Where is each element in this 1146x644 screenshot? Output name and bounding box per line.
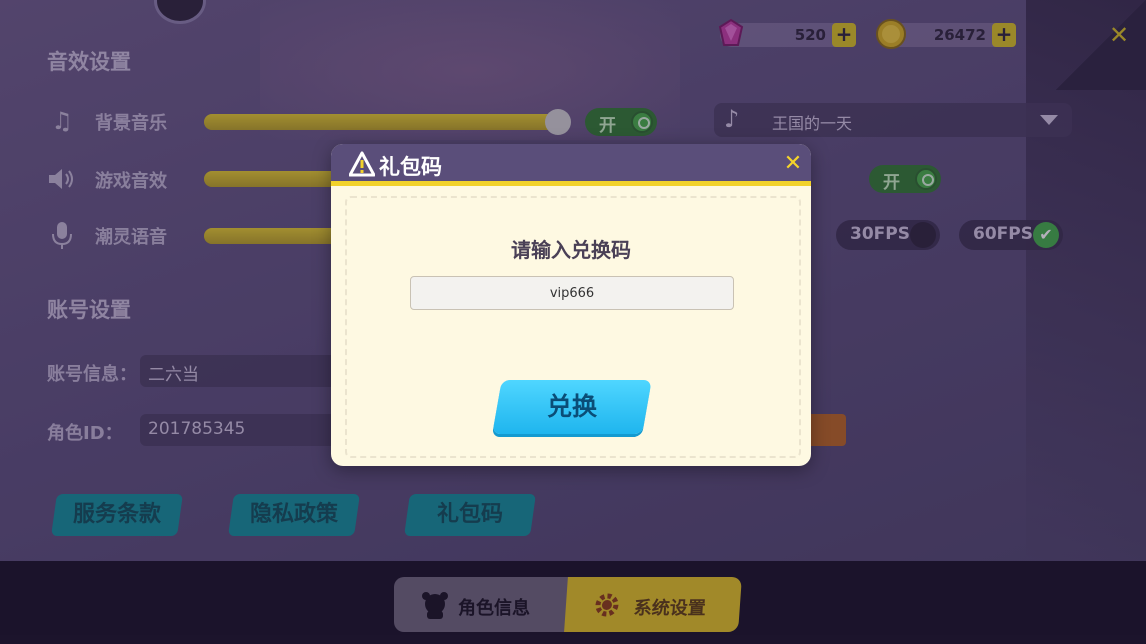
role-id-value: 201785345 [148, 419, 246, 439]
music-note-icon: ♪ [724, 105, 740, 133]
coin-count: 26472 [933, 26, 986, 44]
coin-counter: 26472 + [876, 19, 1016, 49]
bgm-toggle[interactable]: 开 [585, 108, 657, 136]
bgm-track-dropdown[interactable]: ♪ 王国的一天 [714, 103, 1072, 137]
privacy-policy-label: 隐私政策 [249, 502, 338, 527]
close-icon[interactable]: ✕ [781, 152, 805, 176]
voice-volume-fill [204, 228, 344, 244]
close-settings-icon[interactable]: ✕ [1106, 22, 1132, 48]
fps-30-label: 30FPS [850, 224, 910, 244]
sfx-volume-slider[interactable] [204, 171, 344, 187]
warning-icon [349, 151, 375, 177]
role-id-label: 角色ID： [47, 423, 123, 444]
speaker-icon [47, 166, 77, 198]
bgm-toggle-label: 开 [599, 116, 616, 136]
add-gems-button[interactable]: + [832, 23, 856, 47]
fps-60-option[interactable]: 60FPS ✔ [959, 220, 1063, 250]
character-icon [422, 592, 448, 619]
power-icon [915, 168, 937, 190]
background-corner [1056, 0, 1146, 90]
sfx-toggle-label: 开 [883, 173, 900, 193]
gift-code-label: 礼包码 [436, 502, 503, 527]
avatar[interactable] [154, 0, 206, 24]
role-id-field: 201785345 [140, 414, 340, 446]
redeem-button[interactable]: 兑换 [492, 380, 652, 434]
dialog-title: 礼包码 [379, 155, 442, 179]
gear-icon [595, 593, 619, 617]
chevron-down-icon [1040, 115, 1058, 125]
fps-60-label: 60FPS [973, 224, 1033, 244]
fps-30-radio [910, 222, 936, 248]
gem-count: 520 [794, 26, 826, 44]
gem-icon [718, 18, 744, 46]
dialog-header-stripe [331, 181, 811, 186]
gift-code-dialog: 礼包码 ✕ 请输入兑换码 兑换 [331, 144, 811, 466]
bgm-volume-slider[interactable] [204, 109, 571, 135]
microphone-icon [47, 220, 77, 256]
sfx-toggle[interactable]: 开 [869, 165, 941, 193]
voice-volume-slider[interactable] [204, 228, 344, 244]
redeem-code-input[interactable] [410, 276, 734, 310]
check-icon: ✔ [1033, 222, 1059, 248]
sound-settings-title: 音效设置 [47, 50, 131, 74]
terms-of-service-button[interactable]: 服务条款 [51, 494, 183, 536]
account-info-field: 二六当 [140, 355, 340, 387]
music-note-icon: ♫ [51, 107, 73, 135]
tab-system-settings[interactable]: 系统设置 [564, 577, 742, 632]
gem-counter: 520 + [718, 18, 856, 47]
account-settings-title: 账号设置 [47, 298, 131, 322]
gift-code-button[interactable]: 礼包码 [404, 494, 536, 536]
fps-30-option[interactable]: 30FPS [836, 220, 940, 250]
coin-icon [876, 19, 906, 49]
bgm-label: 背景音乐 [95, 113, 167, 134]
privacy-policy-button[interactable]: 隐私政策 [228, 494, 360, 536]
bgm-volume-knob[interactable] [545, 109, 571, 135]
track-name: 王国的一天 [772, 114, 853, 133]
sfx-label: 游戏音效 [95, 171, 167, 192]
power-icon [631, 111, 653, 133]
tab-character-info-label: 角色信息 [458, 598, 530, 619]
terms-of-service-label: 服务条款 [72, 502, 161, 527]
account-info-value: 二六当 [148, 365, 199, 385]
tab-character-info[interactable]: 角色信息 [394, 577, 570, 632]
redeem-prompt: 请输入兑换码 [511, 238, 631, 262]
tab-system-settings-label: 系统设置 [632, 598, 707, 619]
sfx-volume-fill [204, 171, 344, 187]
account-info-label: 账号信息： [47, 364, 137, 385]
voice-label: 潮灵语音 [95, 227, 167, 248]
add-coins-button[interactable]: + [992, 23, 1016, 47]
bgm-volume-fill [204, 114, 556, 130]
redeem-button-label: 兑换 [546, 392, 597, 421]
